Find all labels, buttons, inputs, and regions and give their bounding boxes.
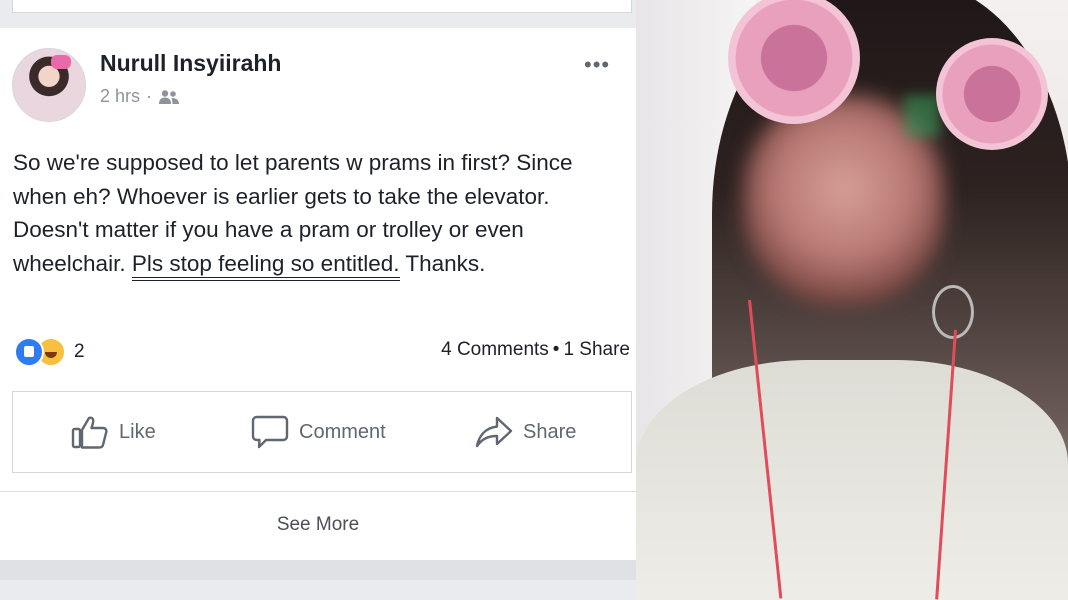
blur-tint (904, 95, 940, 137)
see-more-link[interactable]: See More (0, 514, 636, 536)
comments-count-link[interactable]: 4 Comments (441, 339, 549, 360)
post-text-outro: Thanks. (399, 250, 486, 276)
author-name[interactable]: Nurull Insyiirahh (100, 50, 281, 77)
comment-button[interactable]: Comment (251, 415, 386, 449)
timestamp[interactable]: 2 hrs (100, 86, 140, 107)
share-button[interactable]: Share (475, 415, 576, 449)
meta-separator: · (146, 86, 153, 106)
engagement-stats: 4 Comments • 1 Share (441, 339, 630, 361)
shirt-shape (636, 360, 1068, 600)
reaction-count: 2 (74, 341, 85, 362)
blurred-selfie-photo (636, 0, 1068, 600)
like-label: Like (119, 420, 156, 443)
like-reaction-icon (14, 337, 44, 367)
share-label: Share (523, 420, 577, 443)
more-options-icon[interactable]: ••• (584, 52, 610, 78)
share-arrow-icon (475, 416, 513, 448)
bear-ear-filter-right (936, 38, 1048, 150)
stats-separator: • (552, 339, 560, 360)
friends-privacy-icon (158, 89, 180, 105)
thumbs-up-icon (71, 416, 108, 449)
reaction-summary[interactable]: 2 (14, 337, 85, 367)
divider (0, 491, 636, 492)
action-bar: Like Comment Share (12, 391, 632, 473)
post-meta: 2 hrs · (100, 86, 180, 107)
comment-bubble-icon (251, 415, 289, 449)
previous-card (12, 0, 632, 13)
shares-count-link[interactable]: 1 Share (563, 339, 630, 360)
post-text-highlight: Pls stop feeling so entitled. (131, 250, 400, 281)
comment-label: Comment (299, 420, 386, 443)
bottom-separator (0, 560, 636, 580)
post-card (0, 28, 636, 560)
hair-bow-decoration (51, 55, 71, 69)
like-button[interactable]: Like (71, 415, 156, 449)
avatar[interactable] (12, 48, 86, 122)
facebook-post-panel: Nurull Insyiirahh 2 hrs · ••• So we're s… (0, 0, 636, 600)
post-text: So we're supposed to let parents w prams… (13, 146, 623, 281)
